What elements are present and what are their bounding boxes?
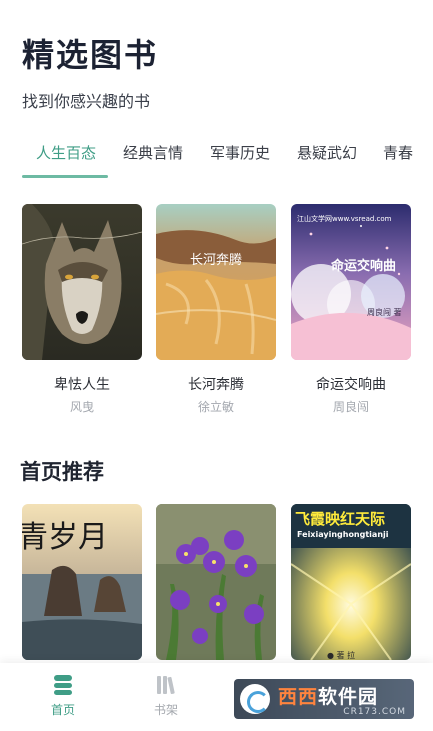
tab-youth[interactable]: 青春 (383, 142, 413, 163)
nav-home[interactable]: 首页 (33, 673, 93, 718)
book-card[interactable] (156, 504, 276, 660)
watermark-logo: 西西软件园 CR173.COM (234, 679, 414, 719)
cover-pinyin: Feixiayinghongtianji (297, 530, 389, 539)
book-card[interactable]: 卑怯人生 风曳 (22, 204, 142, 415)
book-author: 徐立敏 (197, 400, 234, 414)
waterfall-cover-icon[interactable]: 长河奔腾 (156, 204, 276, 360)
nav-home-label: 首页 (50, 703, 75, 717)
cover-title: 长河奔腾 (190, 253, 243, 268)
cover-title: 青岁月 (22, 520, 108, 555)
book-card[interactable]: 飞霞映红天际 Feixiayinghongtianji ● 著 拉 (291, 504, 411, 660)
watermark-brand: 西西软件园 (278, 682, 378, 709)
page-subtitle: 找到你感兴趣的书 (22, 92, 151, 111)
tab-military-history[interactable]: 军事历史 (210, 142, 270, 163)
sky-cover-icon[interactable]: 江山文学网www.vsread.com 命运交响曲 周良闯 著 (291, 204, 411, 360)
sunset-clouds-cover-icon[interactable]: 飞霞映红天际 Feixiayinghongtianji ● 著 拉 (291, 504, 411, 660)
watermark-brand-b: 软件园 (318, 686, 379, 708)
book-title: 长河奔腾 (188, 377, 244, 393)
book-card[interactable]: 江山文学网www.vsread.com 命运交响曲 周良闯 著 命运交响曲 周良… (291, 204, 411, 415)
book-card[interactable]: 青岁月 (22, 504, 142, 660)
wolf-cover-icon[interactable] (22, 204, 142, 360)
watermark-icon (240, 684, 270, 714)
nav-bookshelf-label: 书架 (153, 703, 178, 717)
book-author: 周良闯 (332, 400, 369, 414)
cover-site: 江山文学网www.vsread.com (297, 215, 392, 223)
bookshelf-icon (154, 673, 178, 697)
home-icon (51, 673, 75, 697)
section-title: 首页推荐 (20, 460, 104, 484)
cover-author: ● 著 拉 (327, 651, 356, 660)
sea-rocks-cover-icon[interactable]: 青岁月 (22, 504, 142, 660)
cover-author: 周良闯 著 (367, 308, 402, 317)
watermark-domain: CR173.COM (343, 707, 406, 717)
tab-romance[interactable]: 经典言情 (123, 142, 183, 163)
book-title: 卑怯人生 (54, 377, 110, 393)
cover-title: 飞霞映红天际 (295, 510, 386, 528)
active-tab-indicator (22, 175, 108, 178)
nav-bookshelf[interactable]: 书架 (136, 673, 196, 718)
tab-mystery-fantasy[interactable]: 悬疑武幻 (297, 142, 357, 163)
book-author: 风曳 (69, 400, 94, 414)
violets-cover-icon[interactable] (156, 504, 276, 660)
category-tabs: 人生百态 经典言情 军事历史 悬疑武幻 青春 (0, 138, 433, 182)
book-title: 命运交响曲 (316, 377, 386, 393)
cover-title: 命运交响曲 (331, 259, 397, 274)
tab-life[interactable]: 人生百态 (36, 142, 96, 163)
book-card[interactable]: 长河奔腾 长河奔腾 徐立敏 (156, 204, 276, 415)
watermark-brand-a: 西西 (278, 686, 319, 708)
page-title: 精选图书 (22, 36, 159, 74)
